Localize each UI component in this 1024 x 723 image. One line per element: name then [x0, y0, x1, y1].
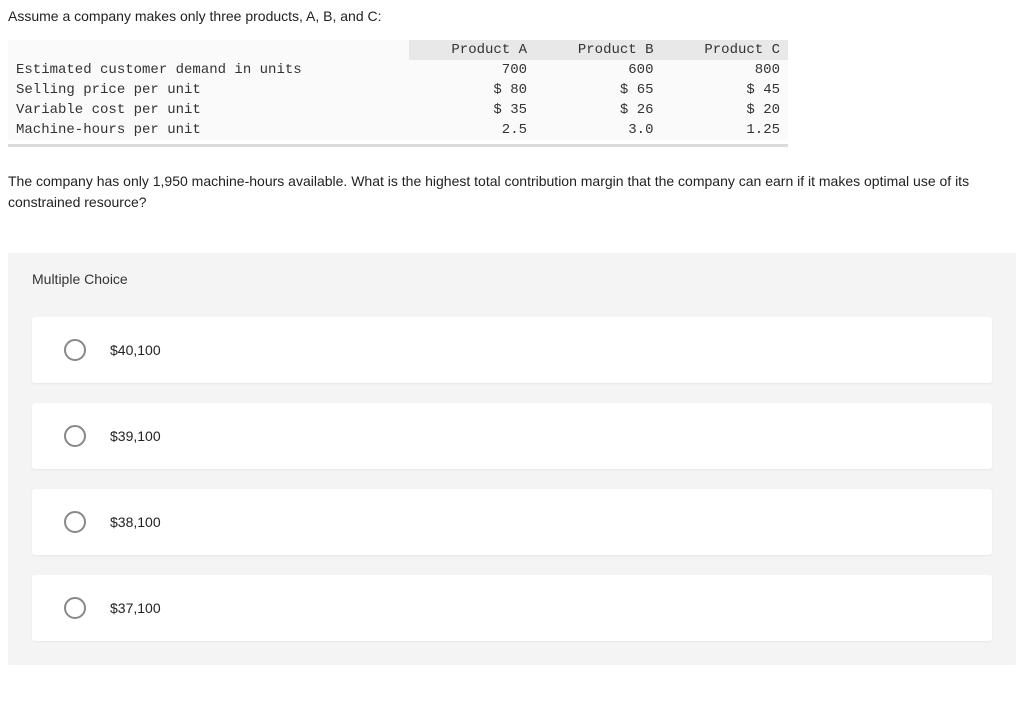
question-intro: Assume a company makes only three produc…	[8, 8, 1016, 24]
question-text: The company has only 1,950 machine-hours…	[8, 171, 1016, 213]
table-row: Selling price per unit $ 80 $ 65 $ 45	[8, 80, 788, 100]
cell: 3.0	[535, 120, 661, 140]
option-1[interactable]: $40,100	[32, 317, 992, 383]
option-label: $40,100	[110, 342, 161, 358]
multiple-choice-container: Multiple Choice $40,100 $39,100 $38,100 …	[8, 253, 1016, 665]
multiple-choice-header: Multiple Choice	[32, 271, 992, 287]
option-label: $37,100	[110, 600, 161, 616]
cell: $ 65	[535, 80, 661, 100]
cell: 1.25	[662, 120, 789, 140]
radio-icon	[64, 511, 86, 533]
cell: $ 20	[662, 100, 789, 120]
option-label: $38,100	[110, 514, 161, 530]
cell: $ 80	[409, 80, 535, 100]
data-table: Product A Product B Product C Estimated …	[8, 40, 788, 140]
option-3[interactable]: $38,100	[32, 489, 992, 555]
option-4[interactable]: $37,100	[32, 575, 992, 641]
row-label: Selling price per unit	[8, 80, 409, 100]
cell: 700	[409, 60, 535, 80]
option-2[interactable]: $39,100	[32, 403, 992, 469]
cell: 2.5	[409, 120, 535, 140]
table-header-b: Product B	[535, 40, 661, 60]
row-label: Estimated customer demand in units	[8, 60, 409, 80]
cell: $ 35	[409, 100, 535, 120]
row-label: Variable cost per unit	[8, 100, 409, 120]
cell: 600	[535, 60, 661, 80]
radio-icon	[64, 339, 86, 361]
cell: $ 45	[662, 80, 789, 100]
row-label: Machine-hours per unit	[8, 120, 409, 140]
table-header-row: Product A Product B Product C	[8, 40, 788, 60]
option-label: $39,100	[110, 428, 161, 444]
radio-icon	[64, 425, 86, 447]
table-divider	[8, 144, 788, 147]
table-row: Variable cost per unit $ 35 $ 26 $ 20	[8, 100, 788, 120]
table-row: Machine-hours per unit 2.5 3.0 1.25	[8, 120, 788, 140]
radio-icon	[64, 597, 86, 619]
cell: $ 26	[535, 100, 661, 120]
table-header-a: Product A	[409, 40, 535, 60]
cell: 800	[662, 60, 789, 80]
table-header-empty	[8, 40, 409, 60]
table-row: Estimated customer demand in units 700 6…	[8, 60, 788, 80]
table-header-c: Product C	[662, 40, 789, 60]
